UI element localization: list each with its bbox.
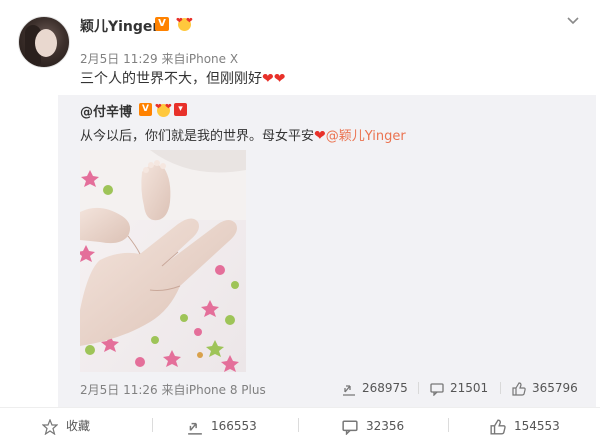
heart-emoji-icon: ❤ [314,128,326,144]
chevron-down-icon[interactable] [566,14,580,28]
post-author-name[interactable]: 颖儿Yinger [80,16,159,36]
photo-image [80,150,246,372]
verified-icon: V [155,17,169,31]
member-emoji-icon: ❤ ❤ [176,17,193,31]
thumbs-up-icon [512,381,526,396]
repost-count: 166553 [211,419,257,433]
post-source: iPhone X [185,52,239,66]
mention-link[interactable]: @颖儿Yinger [326,129,406,144]
post-time[interactable]: 2月5日 11:29 [80,52,158,66]
star-icon [42,418,58,435]
like-count: 154553 [514,419,560,433]
post-text-body: 三个人的世界不大，但刚刚好 [80,71,262,87]
favorite-label: 收藏 [66,419,91,433]
repost-text-body: 从今以后，你们就是我的世界。母女平安 [80,129,315,144]
repost-time[interactable]: 2月5日 11:26 [80,383,158,397]
post-text: 三个人的世界不大，但刚刚好❤❤ [80,68,285,88]
post-meta: 2月5日 11:29 来自iPhone X [80,50,238,67]
repost-source-prefix: 来自 [161,383,186,397]
favorite-button[interactable]: 收藏 [42,418,91,435]
repost-forward-value: 268975 [362,381,408,395]
repost-like-value: 365796 [532,381,578,395]
repost-icon [188,422,202,435]
divider [448,418,449,432]
divider [418,382,419,394]
repost-text: 从今以后，你们就是我的世界。母女平安❤@颖儿Yinger [80,125,406,144]
divider [152,418,153,432]
comment-icon [430,382,444,396]
repost-meta: 2月5日 11:26 来自iPhone 8 Plus [80,381,266,398]
post-source-prefix: 来自 [161,52,186,66]
repost-comment-count[interactable]: 21501 [430,380,488,396]
repost-button[interactable]: 166553 [187,418,257,435]
repost-comment-value: 21501 [450,381,489,395]
medal-icon: ▾ [174,103,187,116]
avatar[interactable] [18,16,70,68]
comment-icon [342,420,358,435]
repost-icon [343,384,355,396]
repost-source: iPhone 8 Plus [185,383,266,397]
repost-author-name[interactable]: @付辛博 [80,101,132,120]
thumbs-up-icon [490,418,506,435]
heart-emoji-icon: ❤❤ [262,71,286,87]
member-emoji-icon: ❤ ❤ [155,103,172,117]
post-photo[interactable] [80,150,246,372]
divider [500,382,501,394]
repost-like-count[interactable]: 365796 [512,380,578,396]
comment-button[interactable]: 32356 [342,418,405,435]
verified-icon: V [139,103,152,116]
divider [298,418,299,432]
comment-count: 32356 [366,419,405,433]
avatar-face [35,29,57,57]
repost-forward-count[interactable]: 268975 [342,380,408,396]
like-button[interactable]: 154553 [490,418,560,435]
